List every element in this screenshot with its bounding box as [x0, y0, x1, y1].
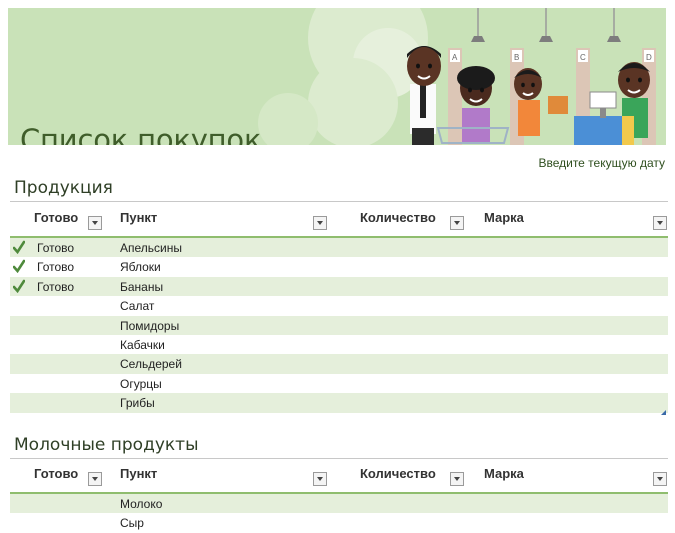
checkmark-icon: [13, 260, 25, 274]
column-header-quantity[interactable]: Количество: [360, 466, 436, 481]
cell-ready[interactable]: Готово: [37, 260, 74, 274]
table-row[interactable]: Огурцы: [10, 374, 668, 393]
section-divider: [10, 458, 668, 459]
table-header: Готово Пункт Количество Марка: [10, 462, 668, 494]
svg-text:B: B: [514, 53, 519, 62]
filter-dropdown-quantity[interactable]: [450, 216, 464, 230]
cell-ready[interactable]: Готово: [37, 280, 74, 294]
column-header-ready[interactable]: Готово: [34, 210, 78, 225]
table-resize-handle[interactable]: [661, 409, 666, 415]
table-row[interactable]: Готово Апельсины: [10, 238, 668, 258]
filter-dropdown-ready[interactable]: [88, 216, 102, 230]
filter-dropdown-item[interactable]: [313, 472, 327, 486]
produce-table: Готово Пункт Количество Марка Готово Апел…: [10, 206, 668, 415]
section-title-dairy: Молочные продукты: [14, 435, 199, 455]
cell-item[interactable]: Сыр: [120, 516, 144, 530]
page-title: Список покупок: [20, 123, 262, 145]
checkmark-icon: [13, 240, 25, 254]
cell-item[interactable]: Огурцы: [120, 377, 162, 391]
date-input-prompt[interactable]: Введите текущую дату: [538, 156, 665, 170]
table-row[interactable]: Готово Бананы: [10, 276, 668, 297]
cell-item[interactable]: Грибы: [120, 396, 155, 410]
cell-item[interactable]: Молоко: [120, 497, 162, 511]
column-header-item[interactable]: Пункт: [120, 466, 157, 481]
filter-dropdown-brand[interactable]: [653, 472, 667, 486]
column-header-brand[interactable]: Марка: [484, 466, 524, 481]
table-row[interactable]: Молоко: [10, 494, 668, 514]
table-row[interactable]: Грибы: [10, 393, 668, 413]
table-row[interactable]: Салат: [10, 296, 668, 315]
filter-dropdown-item[interactable]: [313, 216, 327, 230]
column-header-item[interactable]: Пункт: [120, 210, 157, 225]
column-header-brand[interactable]: Марка: [484, 210, 524, 225]
column-header-ready[interactable]: Готово: [34, 466, 78, 481]
filter-dropdown-quantity[interactable]: [450, 472, 464, 486]
cell-item[interactable]: Апельсины: [120, 241, 182, 255]
table-row[interactable]: Помидоры: [10, 315, 668, 335]
column-header-quantity[interactable]: Количество: [360, 210, 436, 225]
table-row[interactable]: Готово Яблоки: [10, 257, 668, 276]
table-body: Готово Апельсины Готово Яблоки Готово Бананы С…: [10, 238, 668, 413]
section-divider: [10, 201, 668, 202]
cell-item[interactable]: Помидоры: [120, 319, 179, 333]
cell-item[interactable]: Салат: [120, 299, 154, 313]
cell-item[interactable]: Яблоки: [120, 260, 161, 274]
svg-text:D: D: [646, 53, 652, 62]
section-title-produce: Продукция: [14, 178, 113, 198]
table-body: Молоко Сыр: [10, 494, 668, 533]
table-row[interactable]: Сельдерей: [10, 354, 668, 374]
svg-text:C: C: [580, 53, 586, 62]
cell-item[interactable]: Кабачки: [120, 338, 165, 352]
table-row[interactable]: Сыр: [10, 513, 668, 532]
filter-dropdown-brand[interactable]: [653, 216, 667, 230]
cell-item[interactable]: Сельдерей: [120, 357, 182, 371]
filter-dropdown-ready[interactable]: [88, 472, 102, 486]
cell-item[interactable]: Бананы: [120, 280, 163, 294]
dairy-table: Готово Пункт Количество Марка Молоко Сыр: [10, 462, 668, 533]
bubble-decor: [258, 93, 318, 145]
table-header: Готово Пункт Количество Марка: [10, 206, 668, 238]
checkmark-icon: [13, 279, 25, 293]
svg-text:A: A: [452, 53, 458, 62]
table-row[interactable]: Кабачки: [10, 335, 668, 354]
cell-ready[interactable]: Готово: [37, 241, 74, 255]
banner: Список покупок A B C D: [8, 8, 666, 145]
shoppers-illustration: A B C D: [407, 8, 656, 145]
